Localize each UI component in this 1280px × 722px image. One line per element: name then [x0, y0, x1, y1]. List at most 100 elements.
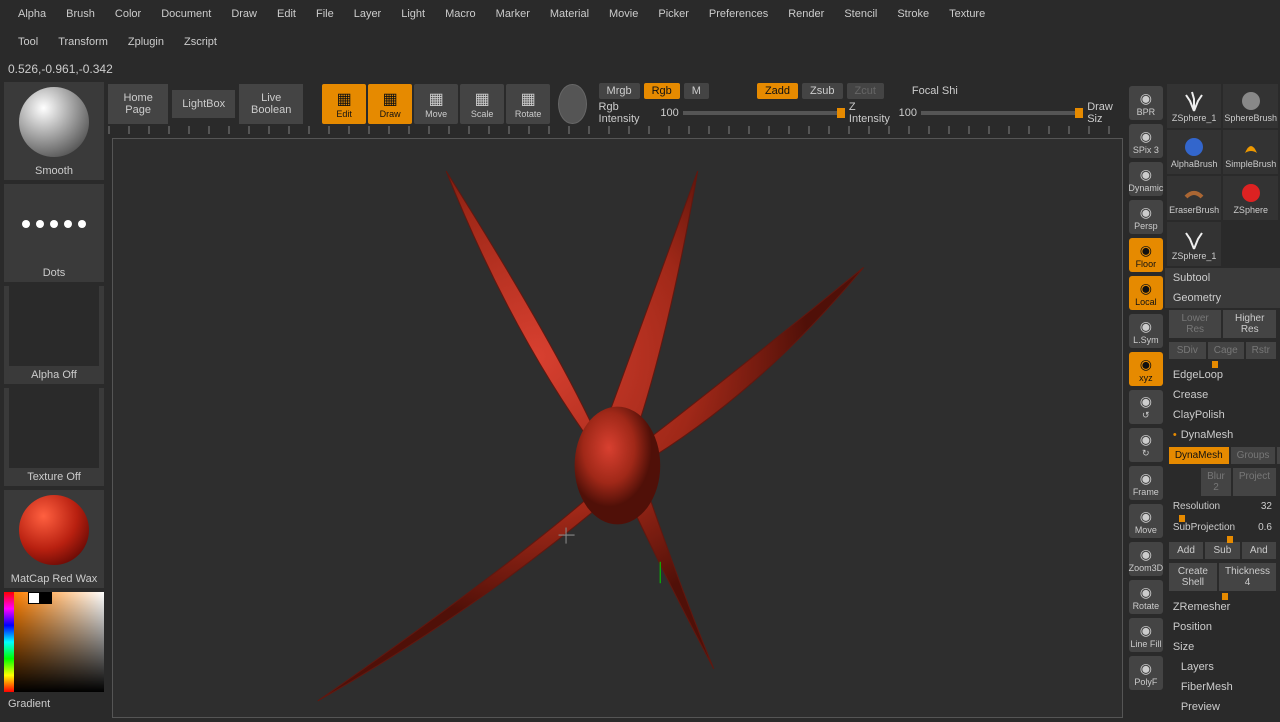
sat-area[interactable]	[14, 592, 104, 692]
rgb-intensity-slider[interactable]	[683, 111, 845, 115]
material-tile[interactable]: MatCap Red Wax	[4, 490, 104, 588]
move-mode-button[interactable]: ▦Move	[414, 84, 458, 124]
mrgb-button[interactable]: Mrgb	[599, 83, 640, 99]
resolution-row[interactable]: Resolution32	[1165, 498, 1280, 515]
move-button[interactable]: ◉Move	[1129, 504, 1163, 538]
rstr-button[interactable]: Rstr	[1246, 342, 1276, 359]
sdiv-button[interactable]: SDiv	[1169, 342, 1206, 359]
tool-zsphere_1[interactable]: ZSphere_1	[1167, 222, 1222, 266]
frame-button[interactable]: ◉Frame	[1129, 466, 1163, 500]
local-button[interactable]: ◉Local	[1129, 276, 1163, 310]
lower-res-button[interactable]: Lower Res	[1169, 310, 1222, 338]
--button[interactable]: ◉↺	[1129, 390, 1163, 424]
edit-mode-button[interactable]: ▦Edit	[322, 84, 366, 124]
z-intensity-slider[interactable]	[921, 111, 1083, 115]
subtool-header[interactable]: Subtool	[1165, 268, 1280, 288]
floor-button[interactable]: ◉Floor	[1129, 238, 1163, 272]
menu-tool[interactable]: Tool	[8, 32, 48, 52]
tool-zsphere_1[interactable]: ZSphere_1	[1167, 84, 1222, 128]
tool-spherebrush[interactable]: SphereBrush	[1223, 84, 1278, 128]
menu-draw[interactable]: Draw	[221, 4, 267, 24]
fibermesh-section[interactable]: FiberMesh	[1165, 677, 1280, 697]
texture-tile[interactable]: Texture Off	[4, 388, 104, 486]
blur-button[interactable]: Blur 2	[1201, 468, 1231, 496]
menu-macro[interactable]: Macro	[435, 4, 486, 24]
bpr-button[interactable]: ◉BPR	[1129, 86, 1163, 120]
and-button[interactable]: And	[1242, 542, 1276, 559]
gizmo-button[interactable]	[558, 84, 586, 124]
color-picker[interactable]	[4, 592, 104, 692]
project-button[interactable]: Project	[1233, 468, 1276, 496]
hue-strip[interactable]	[4, 592, 14, 692]
dynamesh-button[interactable]: DynaMesh	[1169, 447, 1229, 464]
zoom3d-button[interactable]: ◉Zoom3D	[1129, 542, 1163, 576]
higher-res-button[interactable]: Higher Res	[1223, 310, 1276, 338]
add-button[interactable]: Add	[1169, 542, 1203, 559]
rotate-button[interactable]: ◉Rotate	[1129, 580, 1163, 614]
color-swatch-fg[interactable]	[40, 592, 52, 604]
menu-picker[interactable]: Picker	[648, 4, 699, 24]
dynamesh-section[interactable]: DynaMesh	[1165, 425, 1280, 445]
stroke-tile[interactable]: Dots	[4, 184, 104, 282]
line-fill-button[interactable]: ◉Line Fill	[1129, 618, 1163, 652]
alpha-tile[interactable]: Alpha Off	[4, 286, 104, 384]
menu-preferences[interactable]: Preferences	[699, 4, 778, 24]
menu-movie[interactable]: Movie	[599, 4, 648, 24]
menu-edit[interactable]: Edit	[267, 4, 306, 24]
menu-brush[interactable]: Brush	[56, 4, 105, 24]
menu-zscript[interactable]: Zscript	[174, 32, 227, 52]
claypolish-section[interactable]: ClayPolish	[1165, 405, 1280, 425]
tool-eraserbrush[interactable]: EraserBrush	[1167, 176, 1222, 220]
tool-zsphere[interactable]: ZSphere	[1223, 176, 1278, 220]
l-sym-button[interactable]: ◉L.Sym	[1129, 314, 1163, 348]
create-shell-button[interactable]: Create Shell	[1169, 563, 1217, 591]
menu-color[interactable]: Color	[105, 4, 151, 24]
thickness-button[interactable]: Thickness 4	[1219, 563, 1276, 591]
rotate-mode-button[interactable]: ▦Rotate	[506, 84, 550, 124]
color-swatch-bg[interactable]	[28, 592, 40, 604]
tool-simplebrush[interactable]: SimpleBrush	[1223, 130, 1278, 174]
sub-button[interactable]: Sub	[1205, 542, 1239, 559]
--button[interactable]: ◉↻	[1129, 428, 1163, 462]
menu-marker[interactable]: Marker	[486, 4, 540, 24]
menu-zplugin[interactable]: Zplugin	[118, 32, 174, 52]
menu-material[interactable]: Material	[540, 4, 599, 24]
xyz-button[interactable]: ◉xyz	[1129, 352, 1163, 386]
scale-mode-button[interactable]: ▦Scale	[460, 84, 504, 124]
dynamic-button[interactable]: ◉Dynamic	[1129, 162, 1163, 196]
size-section[interactable]: Size	[1165, 637, 1280, 657]
cage-button[interactable]: Cage	[1208, 342, 1244, 359]
menu-transform[interactable]: Transform	[48, 32, 118, 52]
polyf-button[interactable]: ◉PolyF	[1129, 656, 1163, 690]
geometry-header[interactable]: Geometry	[1165, 288, 1280, 308]
draw-mode-button[interactable]: ▦Draw	[368, 84, 412, 124]
preview-section[interactable]: Preview	[1165, 697, 1280, 717]
position-section[interactable]: Position	[1165, 617, 1280, 637]
home-page-button[interactable]: Home Page	[108, 84, 168, 124]
menu-alpha[interactable]: Alpha	[8, 4, 56, 24]
m-button[interactable]: M	[684, 83, 709, 99]
menu-texture[interactable]: Texture	[939, 4, 995, 24]
zadd-button[interactable]: Zadd	[757, 83, 798, 99]
zsub-button[interactable]: Zsub	[802, 83, 842, 99]
lightbox-button[interactable]: LightBox	[172, 90, 235, 118]
rgb-button[interactable]: Rgb	[644, 83, 680, 99]
menu-file[interactable]: File	[306, 4, 344, 24]
tool-alphabrush[interactable]: AlphaBrush	[1167, 130, 1222, 174]
layers-section[interactable]: Layers	[1165, 657, 1280, 677]
live-boolean-button[interactable]: Live Boolean	[239, 84, 303, 124]
menu-stroke[interactable]: Stroke	[887, 4, 939, 24]
menu-layer[interactable]: Layer	[344, 4, 392, 24]
persp-button[interactable]: ◉Persp	[1129, 200, 1163, 234]
groups-button[interactable]: Groups	[1231, 447, 1276, 464]
edgeloop-section[interactable]: EdgeLoop	[1165, 365, 1280, 385]
crease-section[interactable]: Crease	[1165, 385, 1280, 405]
menu-light[interactable]: Light	[391, 4, 435, 24]
menu-render[interactable]: Render	[778, 4, 834, 24]
zcut-button[interactable]: Zcut	[847, 83, 884, 99]
viewport[interactable]	[112, 138, 1123, 718]
zremesher-section[interactable]: ZRemesher	[1165, 597, 1280, 617]
brush-tile[interactable]: Smooth	[4, 82, 104, 180]
menu-stencil[interactable]: Stencil	[834, 4, 887, 24]
spix-button[interactable]: ◉SPix 3	[1129, 124, 1163, 158]
